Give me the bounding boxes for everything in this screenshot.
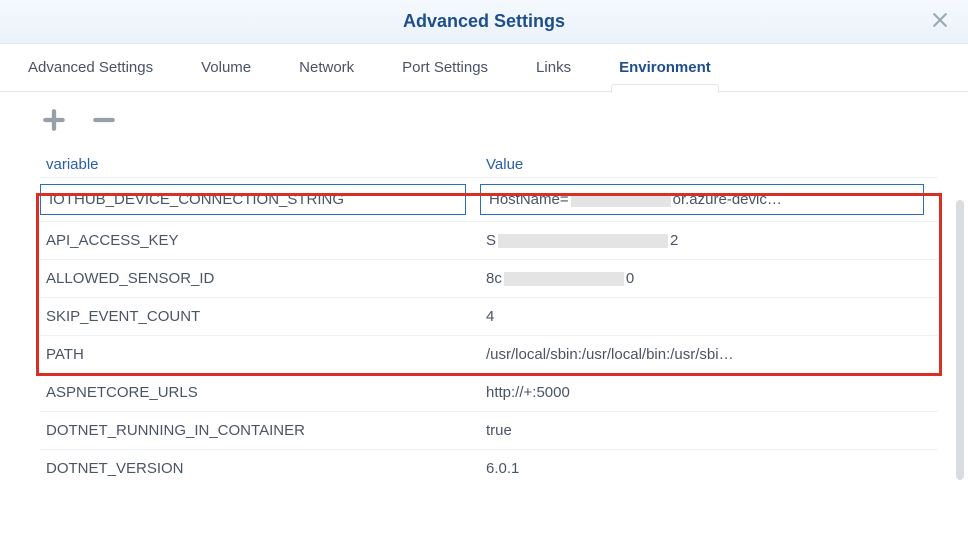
tab-label: Environment <box>619 59 711 76</box>
env-toolbar <box>0 92 968 140</box>
variable-cell: SKIP_EVENT_COUNT <box>46 308 486 325</box>
remove-variable-button[interactable] <box>90 106 118 134</box>
tab-label: Advanced Settings <box>28 59 153 76</box>
variable-cell: API_ACCESS_KEY <box>46 232 486 249</box>
tab-label: Port Settings <box>402 59 488 76</box>
value-cell: /usr/local/sbin:/usr/local/bin:/usr/sbi… <box>486 346 932 363</box>
tab-network[interactable]: Network <box>299 44 354 92</box>
value-cell: true <box>486 422 932 439</box>
tab-label: Links <box>536 59 571 76</box>
variable-cell: ASPNETCORE_URLS <box>46 384 486 401</box>
table-header: variable Value <box>40 140 938 177</box>
scrollbar-thumb[interactable] <box>956 200 964 480</box>
value-cell: S2 <box>486 232 932 249</box>
dialog-title: Advanced Settings <box>403 11 565 32</box>
variable-cell: PATH <box>46 346 486 363</box>
close-icon[interactable] <box>930 10 950 30</box>
variable-cell: ALLOWED_SENSOR_ID <box>46 270 486 287</box>
dialog-header: Advanced Settings <box>0 0 968 44</box>
table-row[interactable]: DOTNET_VERSION 6.0.1 <box>40 449 938 487</box>
variable-cell: DOTNET_RUNNING_IN_CONTAINER <box>46 422 486 439</box>
table-row[interactable]: ALLOWED_SENSOR_ID 8c0 <box>40 259 938 297</box>
variable-input[interactable] <box>40 184 466 215</box>
table-row[interactable]: PATH /usr/local/sbin:/usr/local/bin:/usr… <box>40 335 938 373</box>
table-row[interactable]: SKIP_EVENT_COUNT 4 <box>40 297 938 335</box>
table-row[interactable]: DOTNET_RUNNING_IN_CONTAINER true <box>40 411 938 449</box>
value-input[interactable]: HostName=or.azure-devic… <box>480 184 924 215</box>
tab-label: Network <box>299 59 354 76</box>
col-header-variable[interactable]: variable <box>46 156 486 173</box>
table-row[interactable]: API_ACCESS_KEY S2 <box>40 221 938 259</box>
tab-port-settings[interactable]: Port Settings <box>402 44 488 92</box>
tab-label: Volume <box>201 59 251 76</box>
env-table: variable Value HostName=or.azure-devic… … <box>0 140 968 487</box>
add-variable-button[interactable] <box>40 106 68 134</box>
value-cell: 6.0.1 <box>486 460 932 477</box>
value-cell: 8c0 <box>486 270 932 287</box>
value-cell: http://+:5000 <box>486 384 932 401</box>
table-row[interactable]: HostName=or.azure-devic… <box>40 177 938 221</box>
value-cell: 4 <box>486 308 932 325</box>
tab-environment[interactable]: Environment <box>619 44 711 92</box>
tab-links[interactable]: Links <box>536 44 571 92</box>
variable-cell: DOTNET_VERSION <box>46 460 486 477</box>
table-body: HostName=or.azure-devic… API_ACCESS_KEY … <box>40 177 938 487</box>
tab-volume[interactable]: Volume <box>201 44 251 92</box>
table-row[interactable]: ASPNETCORE_URLS http://+:5000 <box>40 373 938 411</box>
scrollbar[interactable] <box>956 200 964 520</box>
col-header-value[interactable]: Value <box>486 156 932 173</box>
tabs-bar: Advanced Settings Volume Network Port Se… <box>0 44 968 92</box>
tab-advanced-settings[interactable]: Advanced Settings <box>28 44 153 92</box>
